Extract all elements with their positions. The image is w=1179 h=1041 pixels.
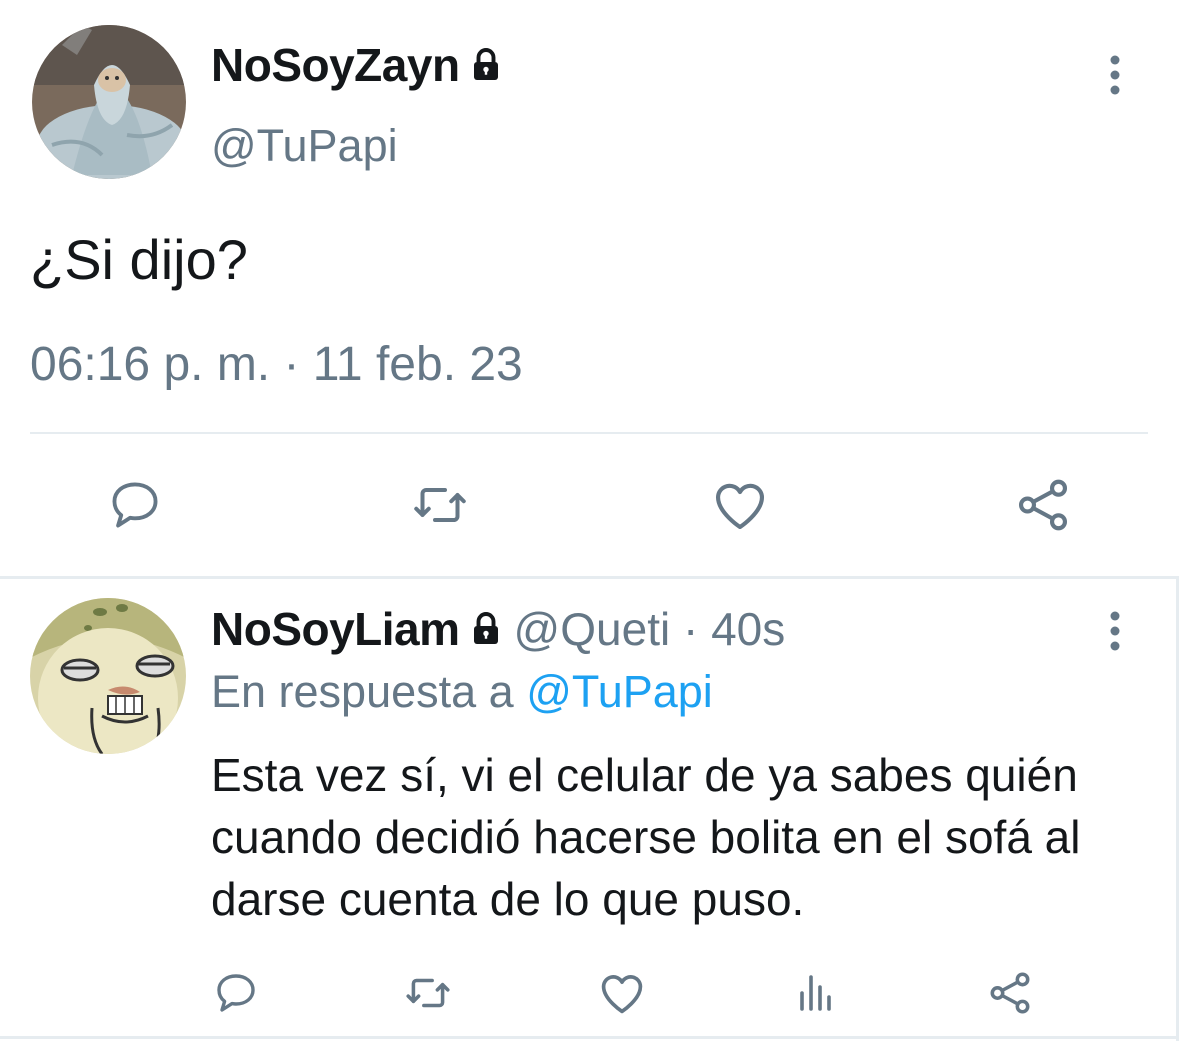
like-icon [601,975,643,1014]
display-name-text: NoSoyZayn [211,39,460,91]
reply-share-button[interactable] [982,965,1038,1021]
analytics-icon [800,975,831,1011]
bottom-border [0,1036,1179,1039]
section-separator [0,576,1179,579]
share-icon [990,972,1030,1014]
share-button[interactable] [1008,470,1078,540]
replying-to-handle-link[interactable]: @TuPapi [526,666,713,717]
like-icon [715,483,765,530]
lock-icon [473,48,498,80]
tweet-timestamp[interactable]: 06:16 p. m. · 11 feb. 23 [30,337,523,392]
reply-header: NoSoyLiam @Queti · 40s [211,602,785,656]
retweet-icon [406,978,450,1008]
reply-age[interactable]: 40s [711,602,785,656]
reply-more-options-button[interactable] [1100,608,1130,658]
share-icon [1018,479,1068,531]
cat-in-blanket-avatar [32,25,186,179]
reply-tweet-text: Esta vez sí, vi el celular de ya sabes q… [211,749,1081,925]
user-handle[interactable]: @TuPapi [211,120,398,172]
tweet-text: ¿Si dijo? [30,228,248,291]
lock-icon [473,612,498,644]
reply-user-handle[interactable]: @Queti [514,602,671,656]
meta-separator: · [670,603,712,655]
reply-user-avatar[interactable] [30,598,186,754]
reply-display-name[interactable]: NoSoyLiam [211,602,460,656]
like-button[interactable] [705,470,775,540]
reply-reply-button[interactable] [208,965,264,1021]
reply-retweet-button[interactable] [400,965,456,1021]
retweet-button[interactable] [405,470,475,540]
user-avatar[interactable] [32,25,186,179]
replying-to-prefix: En respuesta a [211,666,527,717]
reply-icon [217,974,255,1012]
reply-button[interactable] [100,470,170,540]
display-name[interactable]: NoSoyZayn [211,38,504,92]
retweet-icon [414,488,466,522]
cartoon-face-avatar [30,598,186,754]
reply-analytics-button[interactable] [788,965,844,1021]
more-vertical-icon [1110,55,1120,95]
replying-to: En respuesta a @TuPapi [211,666,713,718]
reply-like-button[interactable] [594,965,650,1021]
more-vertical-icon [1110,611,1120,651]
reply-icon [112,482,158,528]
divider [30,432,1148,434]
more-options-button[interactable] [1100,52,1130,102]
